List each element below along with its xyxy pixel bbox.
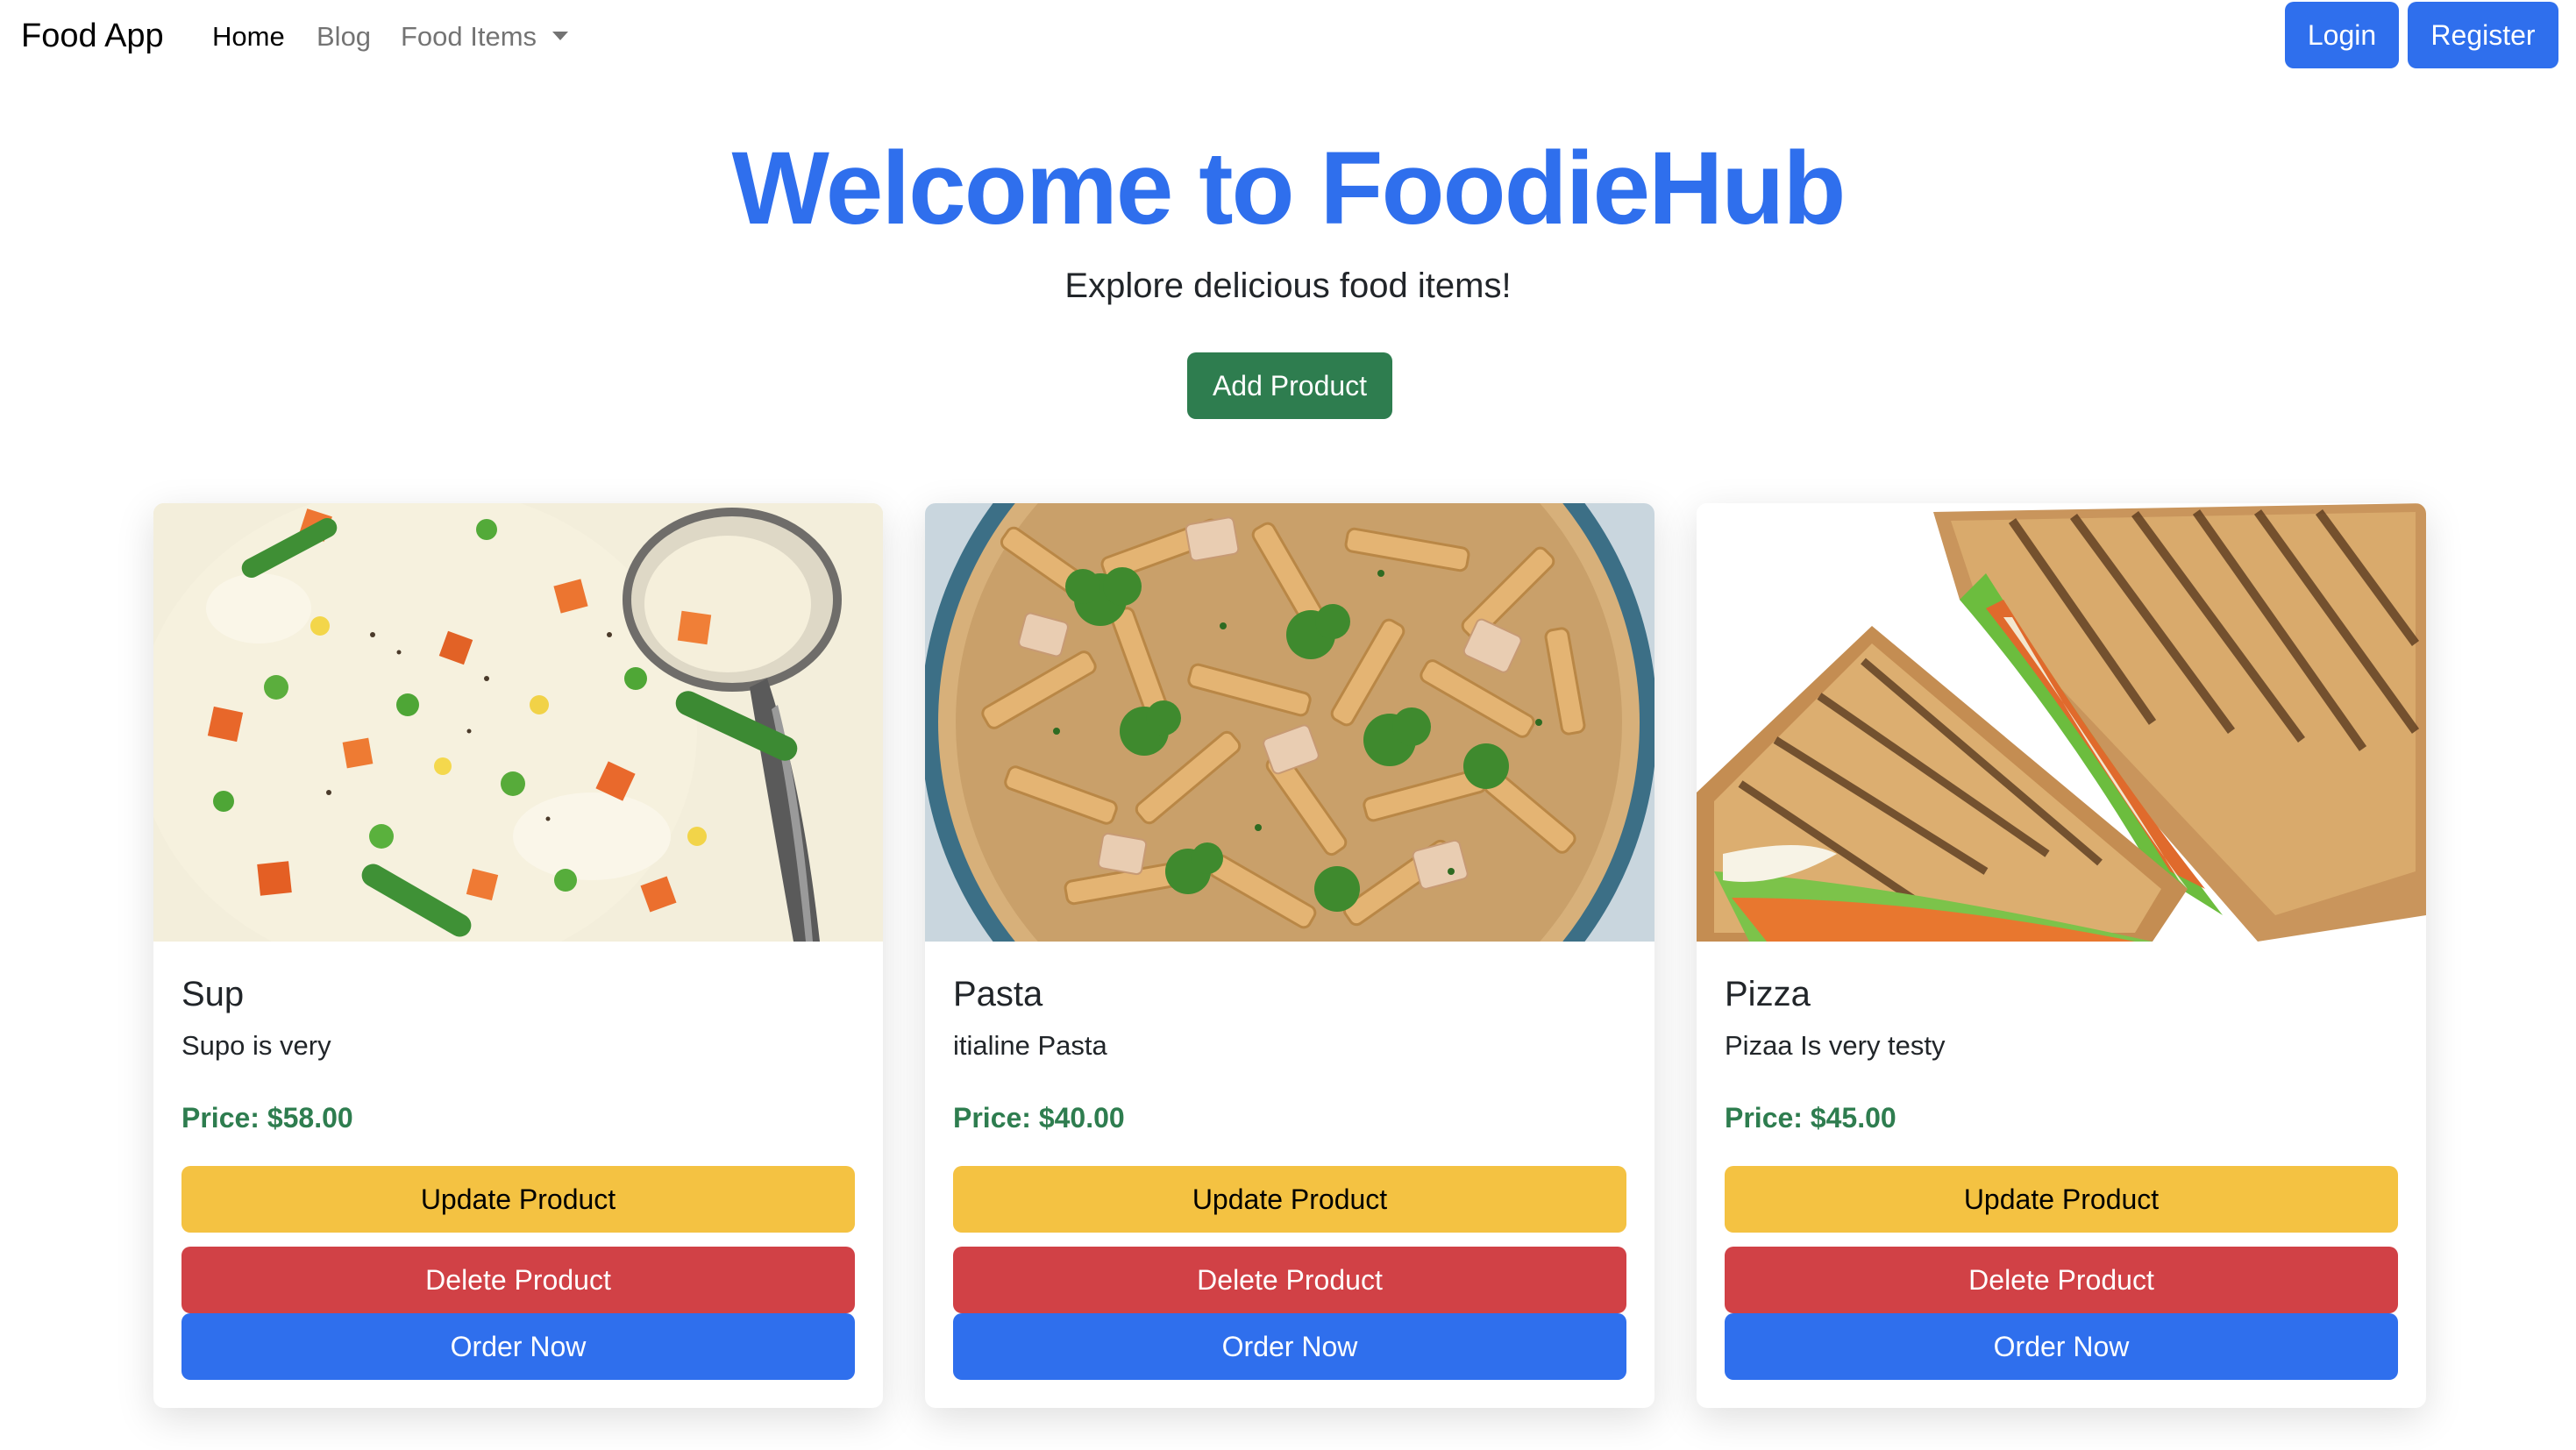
product-name: Pizza [1725, 975, 1811, 1013]
product-card-sup: Sup Supo is very Price: $58.00 Update Pr… [153, 503, 883, 1408]
product-description: Supo is very [181, 1030, 331, 1061]
add-product-button[interactable]: Add Product [1187, 352, 1392, 419]
creamy-soup-image [153, 503, 883, 942]
delete-product-button[interactable]: Delete Product [1725, 1247, 2398, 1313]
caret-down-icon [552, 31, 569, 40]
update-product-button[interactable]: Update Product [953, 1166, 1626, 1233]
sandwich-image [1697, 503, 2426, 942]
product-description: itialine Pasta [953, 1030, 1107, 1061]
nav-link-home[interactable]: Home [212, 18, 285, 56]
order-now-button[interactable]: Order Now [953, 1313, 1626, 1380]
order-now-button[interactable]: Order Now [1725, 1313, 2398, 1380]
login-button[interactable]: Login [2285, 2, 2399, 68]
product-name: Sup [181, 975, 245, 1013]
update-product-button[interactable]: Update Product [181, 1166, 855, 1233]
product-description: Pizaa Is very testy [1725, 1030, 1946, 1061]
nav-dropdown-label: Food Items [401, 21, 537, 52]
nav-link-blog[interactable]: Blog [317, 18, 371, 56]
product-card-pasta: Pasta itialine Pasta Price: $40.00 Updat… [925, 503, 1654, 1408]
product-card-pizza: Pizza Pizaa Is very testy Price: $45.00 … [1697, 503, 2426, 1408]
order-now-button[interactable]: Order Now [181, 1313, 855, 1380]
product-price: Price: $40.00 [953, 1102, 1125, 1134]
register-button[interactable]: Register [2408, 2, 2558, 68]
product-name: Pasta [953, 975, 1043, 1013]
brand-logo-link[interactable]: Food App [21, 14, 164, 58]
update-product-button[interactable]: Update Product [1725, 1166, 2398, 1233]
page-title: Welcome to FoodieHub [731, 131, 1847, 246]
delete-product-button[interactable]: Delete Product [181, 1247, 855, 1313]
product-price: Price: $45.00 [1725, 1102, 1896, 1134]
navbar: Food App Home Blog Food Items Login Regi… [0, 0, 2576, 72]
product-price: Price: $58.00 [181, 1102, 353, 1134]
nav-dropdown-food-items[interactable]: Food Items [401, 18, 569, 56]
page-subtitle: Explore delicious food items! [1064, 267, 1512, 305]
delete-product-button[interactable]: Delete Product [953, 1247, 1626, 1313]
pasta-bowl-image [925, 503, 1654, 942]
